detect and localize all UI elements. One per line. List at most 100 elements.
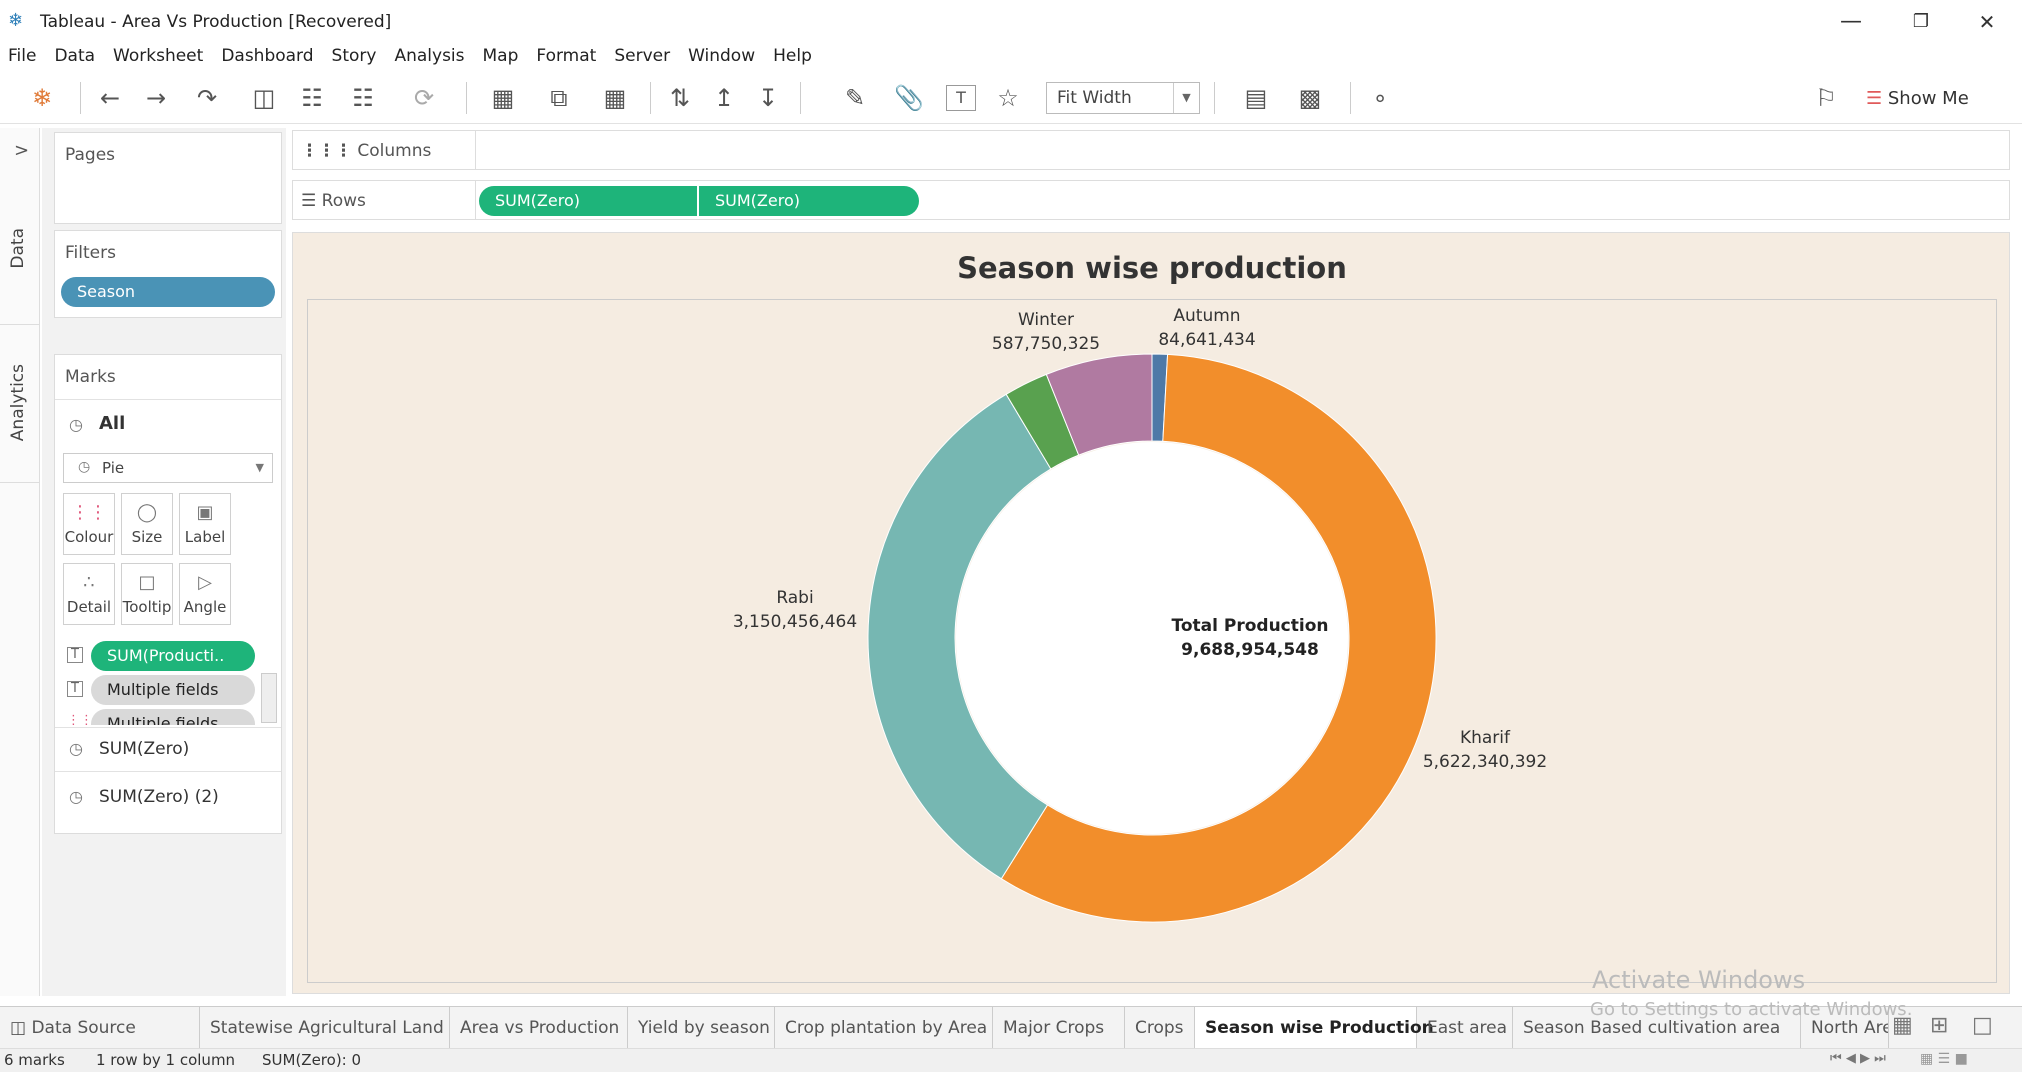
row-pill-sum-zero[interactable]: SUM(Zero) [479, 186, 697, 216]
menu-data[interactable]: Data [45, 40, 104, 66]
tab-major-crops[interactable]: Major Crops [993, 1007, 1125, 1049]
minimize-button[interactable]: — [1826, 6, 1876, 38]
tab-crops[interactable]: Crops [1125, 1007, 1195, 1049]
watermark-title: Activate Windows [1592, 966, 1806, 994]
chevron-down-icon: ▼ [1173, 83, 1199, 113]
menu-story[interactable]: Story [323, 40, 386, 66]
label-field-icon: T [67, 647, 83, 663]
tableau-home-icon[interactable]: ❄ [24, 80, 60, 116]
sort-ascending-icon[interactable]: ↥ [706, 80, 742, 116]
tab-yield-by-season[interactable]: Yield by season [628, 1007, 775, 1049]
field-pill-multiple-2[interactable]: Multiple fields [91, 709, 255, 725]
tableau-logo-icon: ❄ [8, 10, 24, 31]
tab-east-area[interactable]: East area [1417, 1007, 1513, 1049]
tab-area-vs-production[interactable]: Area vs Production [450, 1007, 628, 1049]
save-icon[interactable]: ◫ [246, 80, 282, 116]
slice-label-winter: Winter 587,750,325 [986, 308, 1106, 356]
duplicate-sheet-icon[interactable]: ⧉ [534, 80, 584, 116]
show-mark-labels-icon[interactable]: T [946, 85, 976, 111]
pause-updates-icon[interactable]: ☷ [338, 80, 388, 116]
tab-season-wise-production[interactable]: Season wise Production [1195, 1007, 1434, 1049]
filter-pill-season[interactable]: Season [61, 277, 275, 307]
menu-analysis[interactable]: Analysis [385, 40, 473, 66]
label-field-icon: T [67, 681, 83, 697]
sheet-nav-icons[interactable]: ⏮ ◀ ▶ ⏭ [1830, 1051, 1886, 1066]
marks-field-list: T SUM(Producti.. T Multiple fields ⋮⋮ Mu… [55, 639, 281, 725]
menu-dashboard[interactable]: Dashboard [212, 40, 322, 66]
menu-bar: File Data Worksheet Dashboard Story Analysis M… [0, 40, 2022, 72]
rows-shelf[interactable]: ☰ Rows SUM(Zero) SUM(Zero) [292, 180, 2010, 220]
pages-card[interactable]: Pages [54, 132, 282, 224]
slice-label-kharif: Kharif 5,622,340,392 [1420, 726, 1550, 774]
detail-button[interactable]: ∴ Detail [63, 563, 115, 625]
redo-icon[interactable]: → [138, 80, 174, 116]
share-icon[interactable]: ∘ [1362, 80, 1398, 116]
menu-help[interactable]: Help [764, 40, 821, 66]
fit-dropdown[interactable]: Fit Width ▼ [1046, 82, 1200, 114]
show-me-button[interactable]: ☰ Show Me [1866, 84, 1969, 114]
new-datasource-icon[interactable]: ☷ [294, 80, 330, 116]
marks-layer-sum-zero[interactable]: SUM(Zero) [99, 739, 189, 759]
tab-data-source[interactable]: ◫ Data Source [0, 1007, 200, 1049]
tooltip-button[interactable]: □ Tooltip [121, 563, 173, 625]
colour-icon: ⋮⋮ [71, 502, 107, 523]
show-me-icon: ☰ [1866, 88, 1883, 109]
rows-label: ☰ Rows [301, 191, 366, 211]
center-label-value: 9,688,954,548 [1181, 640, 1319, 660]
menu-worksheet[interactable]: Worksheet [104, 40, 212, 66]
title-bar: ❄ Tableau - Area Vs Production [Recovere… [0, 0, 2022, 40]
fix-axes-icon[interactable]: ☆ [990, 80, 1026, 116]
angle-button[interactable]: ▷ Angle [179, 563, 231, 625]
field-pill-multiple[interactable]: Multiple fields [91, 675, 255, 705]
refresh-icon[interactable]: ⟳ [396, 80, 452, 116]
tab-crop-plantation-by-area[interactable]: Crop plantation by Area [775, 1007, 993, 1049]
database-icon: ◫ [10, 1018, 27, 1038]
winter-name: Winter [1017, 310, 1075, 330]
row-pill-sum-zero-2[interactable]: SUM(Zero) [699, 186, 919, 216]
swap-rows-columns-icon[interactable]: ⇅ [662, 80, 698, 116]
autumn-value: 84,641,434 [1158, 330, 1256, 350]
close-button[interactable]: ✕ [1962, 6, 2012, 38]
rows-icon: ☰ [301, 191, 317, 211]
menu-format[interactable]: Format [527, 40, 605, 66]
analytics-tab[interactable]: Analytics [8, 364, 28, 441]
replay-icon[interactable]: ↷ [182, 80, 232, 116]
highlight-icon[interactable]: ✎ [830, 80, 880, 116]
clear-sheet-icon[interactable]: ▦ [590, 80, 640, 116]
menu-window[interactable]: Window [679, 40, 764, 66]
sort-descending-icon[interactable]: ↧ [750, 80, 786, 116]
status-sum: SUM(Zero): 0 [262, 1051, 362, 1069]
autumn-name: Autumn [1173, 306, 1241, 326]
viz-canvas[interactable]: Season wise production [292, 232, 2010, 994]
expand-pane-icon[interactable]: > [14, 140, 29, 161]
label-button[interactable]: ▣ Label [179, 493, 231, 555]
data-tab[interactable]: Data [8, 228, 28, 269]
tab-statewise-agricultural-land[interactable]: Statewise Agricultural Land [200, 1007, 450, 1049]
show-cards-icon[interactable]: ▤ [1228, 80, 1284, 116]
restore-button[interactable]: ❐ [1896, 6, 1946, 38]
new-dashboard-icon[interactable]: ⊞ [1930, 1013, 1948, 1038]
marks-all-label[interactable]: All [99, 413, 125, 434]
menu-map[interactable]: Map [474, 40, 528, 66]
new-story-icon[interactable]: □ [1972, 1013, 1993, 1038]
group-members-icon[interactable]: 📎 [884, 80, 934, 116]
presentation-mode-icon[interactable]: ▩ [1290, 80, 1330, 116]
menu-server[interactable]: Server [605, 40, 679, 66]
field-list-scrollbar[interactable] [261, 673, 277, 723]
menu-file[interactable]: File [0, 40, 45, 66]
ask-data-icon[interactable]: ⚐ [1808, 80, 1844, 116]
marks-layer-sum-zero-2[interactable]: SUM(Zero) (2) [99, 787, 219, 807]
rabi-value: 3,150,456,464 [732, 612, 858, 632]
angle-icon: ▷ [198, 572, 212, 593]
columns-shelf[interactable]: ⋮⋮⋮ Columns [292, 130, 2010, 170]
undo-icon[interactable]: ← [92, 80, 128, 116]
columns-label: ⋮⋮⋮ Columns [301, 141, 431, 161]
new-worksheet-icon[interactable]: ▦ [478, 80, 528, 116]
filters-card[interactable]: Filters Season [54, 230, 282, 318]
size-button[interactable]: ◯ Size [121, 493, 173, 555]
slice-label-rabi: Rabi 3,150,456,464 [720, 586, 870, 634]
colour-button[interactable]: ⋮⋮ Colour [63, 493, 115, 555]
field-pill-sum-production[interactable]: SUM(Producti.. [91, 641, 255, 671]
mark-type-dropdown[interactable]: ◷ Pie ▼ [63, 453, 273, 483]
view-toggle-icons[interactable]: ▦ ☰ ■ [1920, 1051, 1968, 1067]
